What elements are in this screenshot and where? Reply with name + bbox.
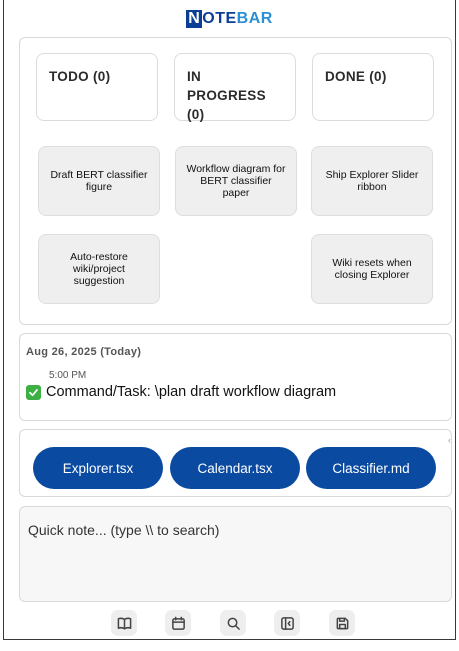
task-card[interactable]: Workflow diagram for BERT classifier pap… bbox=[175, 146, 297, 216]
logo-last: BAR bbox=[236, 10, 273, 27]
save-icon[interactable] bbox=[329, 610, 355, 636]
app-window: N OTE BAR TODO (0) IN PROGRESS (0) DONE (0… bbox=[3, 0, 456, 640]
log-entry: Command/Task: \plan draft workflow diagr… bbox=[26, 384, 336, 400]
bottom-toolbar bbox=[4, 606, 455, 642]
logo-middle: OTE bbox=[202, 10, 237, 27]
log-date: Aug 26, 2025 (Today) bbox=[26, 346, 142, 358]
column-todo[interactable]: TODO (0) bbox=[36, 53, 158, 121]
book-icon[interactable] bbox=[111, 610, 137, 636]
calendar-icon[interactable] bbox=[165, 610, 191, 636]
file-button-calendar[interactable]: Calendar.tsx bbox=[170, 447, 300, 489]
file-button-explorer[interactable]: Explorer.tsx bbox=[33, 447, 163, 489]
task-card[interactable]: Draft BERT classifier figure bbox=[38, 146, 160, 216]
kanban-board: TODO (0) IN PROGRESS (0) DONE (0) Draft … bbox=[19, 37, 452, 325]
column-in-progress[interactable]: IN PROGRESS (0) bbox=[174, 53, 296, 122]
file-ribbon[interactable]: Explorer.tsx Calendar.tsx Classifier.md … bbox=[19, 429, 452, 497]
scroll-hint-icon[interactable]: ‹ bbox=[448, 435, 451, 445]
check-mark-icon bbox=[26, 384, 41, 400]
sidebar-collapse-icon[interactable] bbox=[274, 610, 300, 636]
task-card[interactable]: Wiki resets when closing Explorer bbox=[311, 234, 433, 304]
search-icon[interactable] bbox=[220, 610, 246, 636]
file-button-classifier[interactable]: Classifier.md bbox=[306, 447, 436, 489]
quick-note-input[interactable] bbox=[19, 506, 452, 602]
logo-first-letter: N bbox=[186, 10, 203, 28]
log-entry-text: Command/Task: \plan draft workflow diagr… bbox=[46, 384, 337, 400]
activity-log: Aug 26, 2025 (Today) 5:00 PM Command/Tas… bbox=[19, 333, 452, 421]
app-logo: N OTE BAR bbox=[4, 10, 455, 28]
column-done[interactable]: DONE (0) bbox=[312, 53, 434, 121]
task-card[interactable]: Ship Explorer Slider ribbon bbox=[311, 146, 433, 216]
task-card[interactable]: Auto-restore wiki/project suggestion bbox=[38, 234, 160, 304]
log-time: 5:00 PM bbox=[49, 370, 87, 381]
